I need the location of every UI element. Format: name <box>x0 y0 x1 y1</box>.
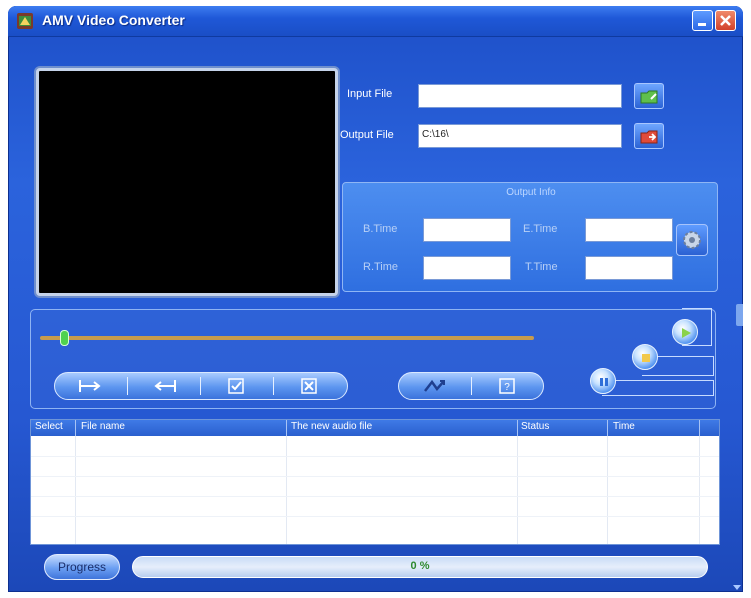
minimize-button[interactable] <box>692 10 713 31</box>
input-file-field[interactable] <box>418 84 622 108</box>
ttime-field[interactable] <box>585 256 673 280</box>
output-browse-button[interactable] <box>634 123 664 149</box>
column-file-name[interactable]: File name <box>81 421 125 432</box>
seek-bar[interactable] <box>40 336 534 340</box>
gear-icon <box>683 231 701 249</box>
table-header: Select File name The new audio file Stat… <box>31 420 719 436</box>
play-icon <box>682 328 691 338</box>
check-all-button[interactable] <box>201 373 273 399</box>
rtime-label: R.Time <box>363 261 399 273</box>
etime-label: E.Time <box>523 223 558 235</box>
chevron-down-icon[interactable] <box>732 584 742 592</box>
output-info-title: Output Info <box>506 187 556 198</box>
input-file-label: Input File <box>347 88 393 100</box>
settings-button[interactable] <box>676 224 708 256</box>
edit-button-group <box>54 372 348 400</box>
svg-text:?: ? <box>504 382 510 393</box>
etime-field[interactable] <box>585 218 673 242</box>
output-info-panel: Output Info B.Time E.Time R.Time T.Time <box>342 182 718 292</box>
stop-button[interactable] <box>632 344 658 370</box>
column-select[interactable]: Select <box>35 421 63 432</box>
progress-percent: 0 % <box>410 560 430 572</box>
column-status[interactable]: Status <box>521 421 549 432</box>
mark-end-icon <box>154 380 176 392</box>
column-new-audio-file[interactable]: The new audio file <box>291 421 372 432</box>
ttime-label: T.Time <box>525 261 558 273</box>
input-browse-button[interactable] <box>634 83 664 109</box>
convert-button-group: ? <box>398 372 544 400</box>
convert-icon <box>424 379 445 392</box>
rtime-field[interactable] <box>423 256 511 280</box>
column-time[interactable]: Time <box>613 421 635 432</box>
output-file-field[interactable]: C:\16\ <box>418 124 622 148</box>
close-button[interactable] <box>715 10 736 31</box>
file-table[interactable]: Select File name The new audio file Stat… <box>30 419 720 545</box>
btime-field[interactable] <box>423 218 511 242</box>
open-folder-icon <box>640 90 658 104</box>
convert-button[interactable] <box>399 373 471 399</box>
help-button[interactable]: ? <box>472 373 544 399</box>
mark-start-icon <box>79 380 101 392</box>
stop-icon <box>642 354 650 362</box>
close-icon <box>720 15 731 26</box>
set-start-button[interactable] <box>55 373 127 399</box>
pause-icon <box>600 378 608 386</box>
pause-button[interactable] <box>590 368 616 394</box>
video-preview <box>36 68 338 296</box>
output-file-label: Output File <box>340 129 394 141</box>
app-icon <box>16 12 34 30</box>
panel-expand-handle[interactable] <box>736 304 743 326</box>
progress-button[interactable]: Progress <box>44 554 120 580</box>
title-bar[interactable]: AMV Video Converter <box>8 6 743 37</box>
box-x-icon <box>301 378 317 394</box>
remove-button[interactable] <box>274 373 347 399</box>
set-end-button[interactable] <box>128 373 200 399</box>
window-title: AMV Video Converter <box>42 12 185 28</box>
minimize-icon <box>698 23 706 26</box>
checkbox-checked-icon <box>228 378 244 394</box>
help-icon: ? <box>499 378 515 394</box>
save-folder-icon <box>640 130 658 144</box>
play-button[interactable] <box>672 319 698 345</box>
btime-label: B.Time <box>363 223 398 235</box>
seek-handle[interactable] <box>60 330 69 346</box>
app-window: AMV Video Converter Input File Output Fi… <box>8 6 743 592</box>
